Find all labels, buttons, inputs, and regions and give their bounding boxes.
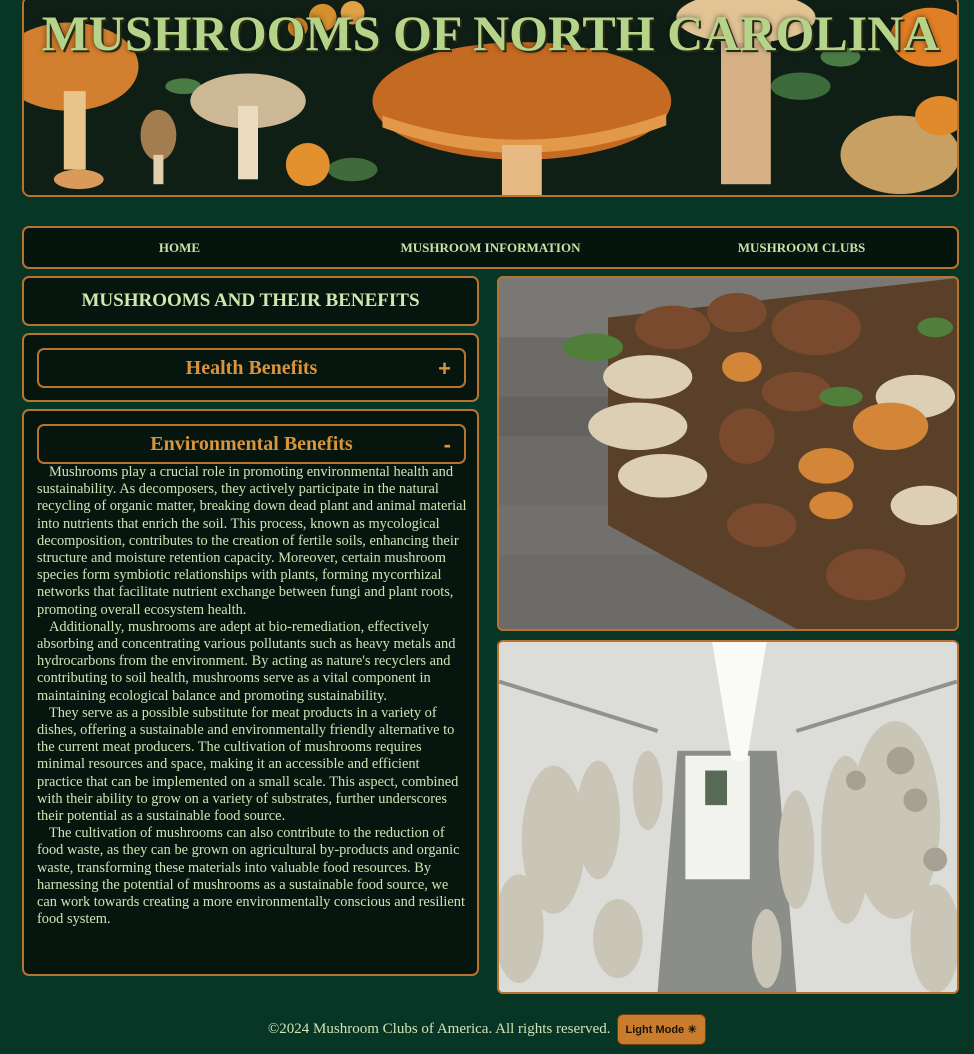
health-benefits-accordion: Health Benefits +	[22, 333, 479, 402]
section-heading: MUSHROOMS AND THEIR BENEFITS	[81, 290, 420, 311]
collapse-icon[interactable]: -	[444, 432, 451, 458]
health-benefits-header[interactable]: Health Benefits +	[37, 348, 466, 388]
header-banner: MUSHROOMS OF NORTH CAROLINA	[22, 0, 959, 197]
accordion-title: Health Benefits	[185, 356, 318, 379]
nav-home-link[interactable]: HOME	[24, 240, 335, 256]
environmental-benefits-header[interactable]: Environmental Benefits -	[37, 424, 466, 464]
environmental-benefits-accordion: Environmental Benefits - Mushrooms play …	[22, 409, 479, 976]
paragraph: Additionally, mushrooms are adept at bio…	[37, 618, 456, 704]
paragraph: Mushrooms play a crucial role in promoti…	[37, 464, 467, 618]
site-title: MUSHROOMS OF NORTH CAROLINA	[41, 5, 940, 61]
accordion-title: Environmental Benefits	[150, 432, 353, 455]
mushroom-grow-room-photo	[497, 640, 959, 994]
footer: ©2024 Mushroom Clubs of America. All rig…	[0, 1013, 974, 1045]
accordion-body: Mushrooms play a crucial role in promoti…	[37, 464, 467, 928]
mushroom-basket-photo	[497, 276, 959, 631]
main-nav: HOME MUSHROOM INFORMATION MUSHROOM CLUBS	[22, 226, 959, 269]
copyright-text: ©2024 Mushroom Clubs of America. All rig…	[267, 1020, 611, 1037]
nav-mushroom-information-link[interactable]: MUSHROOM INFORMATION	[335, 240, 646, 256]
paragraph: They serve as a possible substitute for …	[37, 704, 459, 825]
expand-icon[interactable]: +	[438, 356, 451, 382]
light-mode-toggle-button[interactable]: Light Mode ☀	[616, 1013, 707, 1045]
section-heading-panel: MUSHROOMS AND THEIR BENEFITS	[22, 276, 479, 326]
paragraph: The cultivation of mushrooms can also co…	[37, 825, 465, 928]
nav-mushroom-clubs-link[interactable]: MUSHROOM CLUBS	[646, 240, 957, 256]
